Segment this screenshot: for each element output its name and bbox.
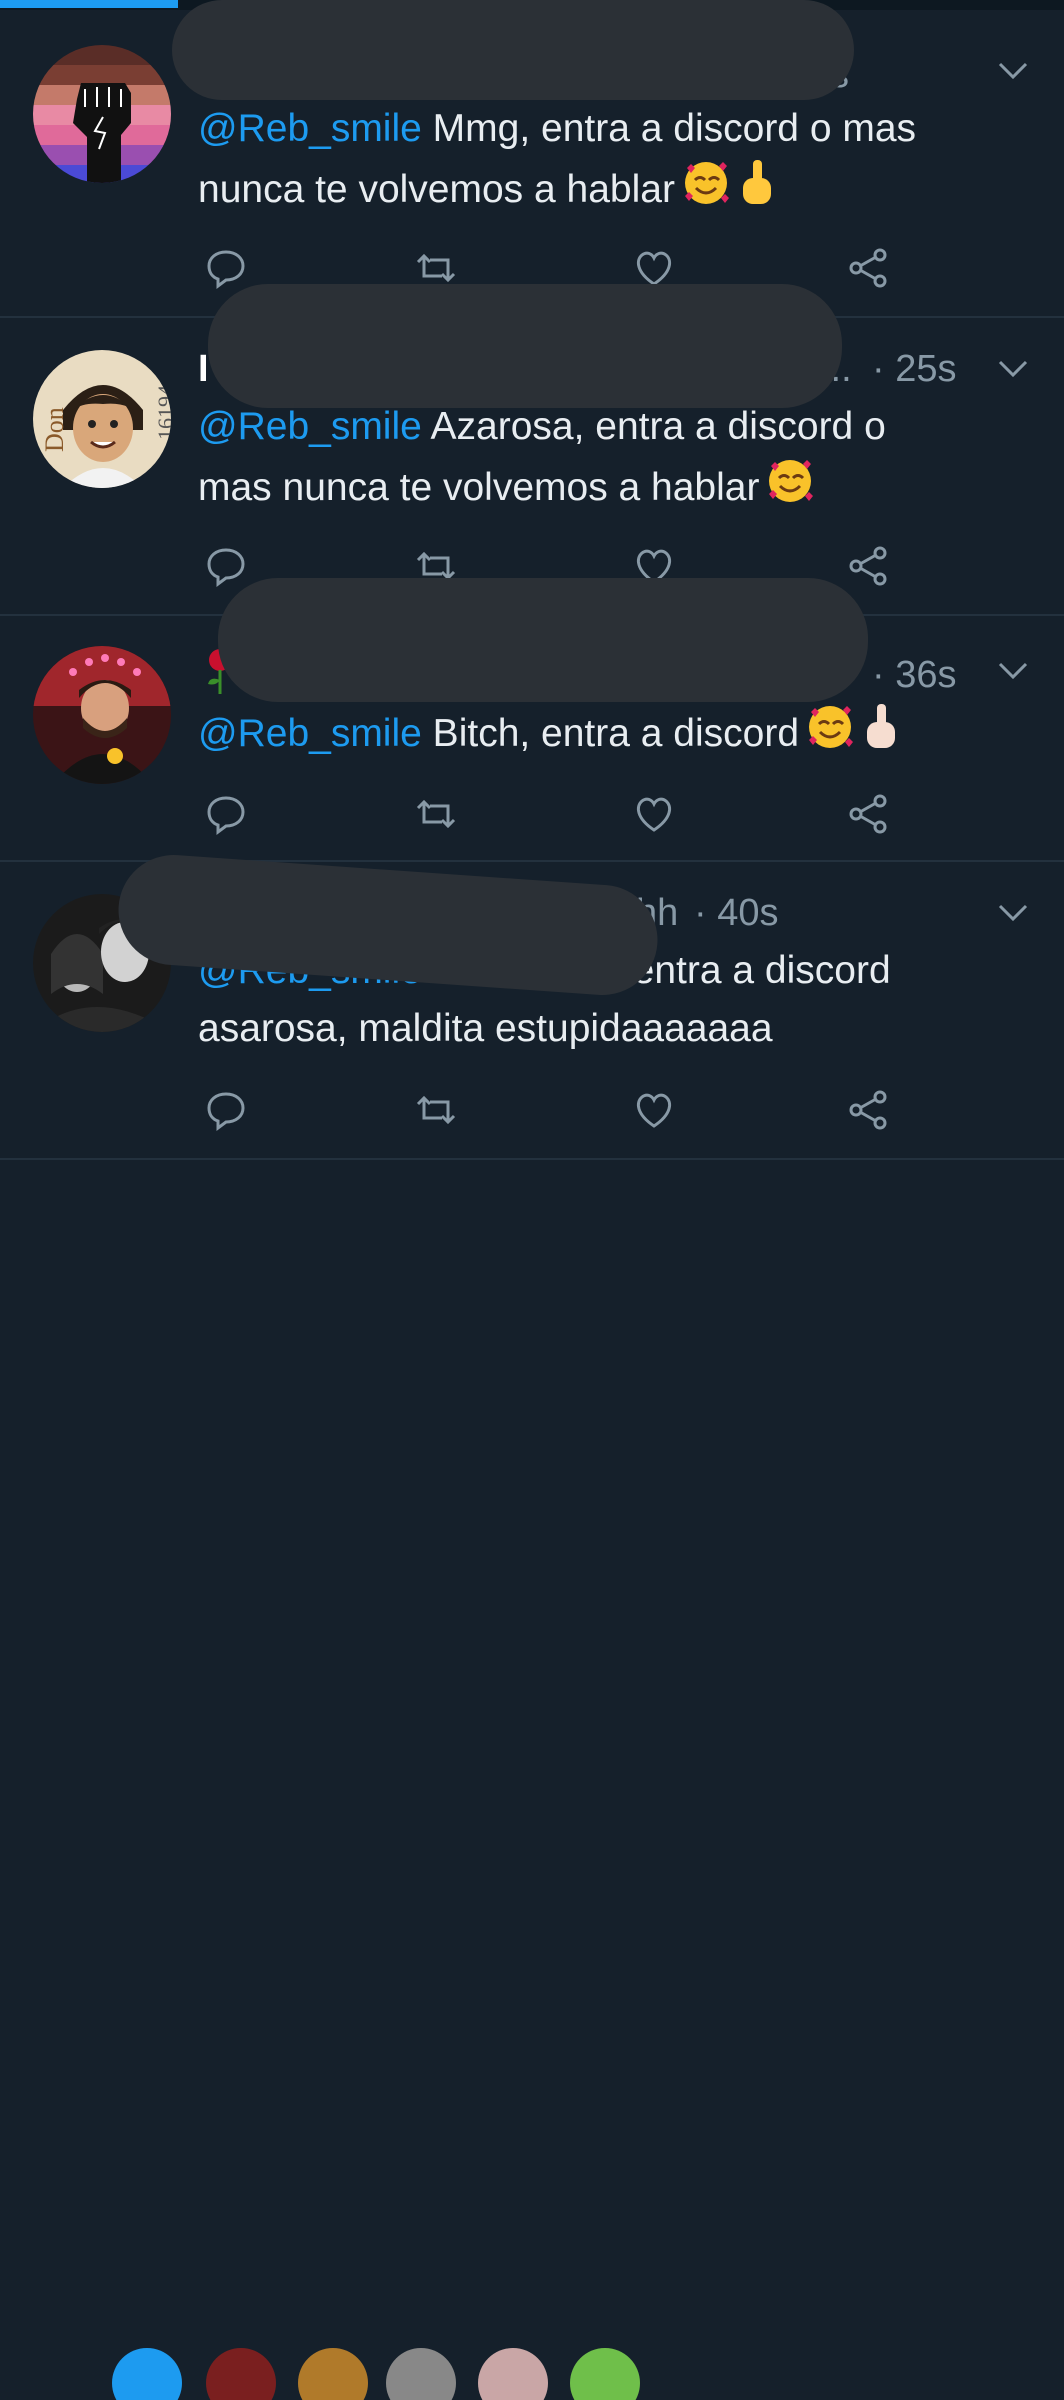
- retweet-icon[interactable]: [414, 1088, 458, 1132]
- avatar[interactable]: [570, 2348, 640, 2400]
- reply-mention-link[interactable]: @Reb_smile: [198, 107, 422, 150]
- redaction-overlay: [218, 578, 868, 702]
- chevron-down-icon[interactable]: [998, 660, 1028, 682]
- tweet-text: @Reb_smile Azarosa, entra a discord o ma…: [198, 398, 1018, 523]
- retweet-icon[interactable]: [414, 792, 458, 836]
- redaction-overlay: [172, 0, 854, 100]
- smiling-face-with-hearts-emoji: [805, 702, 855, 769]
- tweet-actions: [200, 246, 900, 289]
- middle-finger-emoji: [737, 158, 777, 225]
- tweet-actions: [200, 1088, 900, 1131]
- tweet-text-line: entra a discord: [621, 949, 891, 992]
- share-icon[interactable]: [846, 544, 890, 588]
- chevron-down-icon[interactable]: [998, 60, 1028, 82]
- tweet-text: @Reb_smile Mmg, entra a discord o mas nu…: [198, 100, 1018, 225]
- reply-icon[interactable]: [204, 544, 248, 588]
- svg-text:16194: 16194: [153, 385, 171, 440]
- middle-finger-emoji: [861, 702, 901, 769]
- reply-icon[interactable]: [204, 246, 248, 290]
- loading-progress-bar: [0, 0, 178, 8]
- like-icon[interactable]: [632, 792, 676, 836]
- avatar[interactable]: [206, 2348, 276, 2400]
- reply-icon[interactable]: [204, 1088, 248, 1132]
- avatar[interactable]: [386, 2348, 456, 2400]
- next-tweet-avatars: [0, 1160, 1064, 2400]
- avatar[interactable]: [33, 45, 171, 183]
- reply-mention-link[interactable]: @Reb_smile: [198, 712, 422, 755]
- tweet-text: @Reb_smile Bitch, entra a discord: [198, 702, 1018, 769]
- avatar[interactable]: [478, 2348, 548, 2400]
- smiling-face-with-hearts-emoji: [765, 456, 815, 523]
- tweet-text-line: mas nunca te volvemos a hablar: [198, 466, 760, 509]
- redaction-overlay: [208, 284, 842, 408]
- share-icon[interactable]: [846, 246, 890, 290]
- share-icon[interactable]: [846, 1088, 890, 1132]
- tweet-text-line: asarosa, maldita estupidaaaaaaa: [198, 1007, 773, 1050]
- tweet-text-line: nunca te volvemos a hablar: [198, 168, 675, 211]
- tweet-text-line: Azarosa, entra a discord o: [421, 405, 886, 448]
- avatar[interactable]: [298, 2348, 368, 2400]
- tweet-timestamp: · 25s: [872, 348, 957, 390]
- chevron-down-icon[interactable]: [998, 902, 1028, 924]
- tweet-timestamp: · 36s: [872, 654, 957, 696]
- avatar[interactable]: [112, 2348, 182, 2400]
- avatar[interactable]: Don 16194: [33, 350, 171, 488]
- svg-text:Don: Don: [40, 407, 69, 452]
- tweet-text-line: Mmg, entra a discord o mas: [421, 107, 917, 150]
- display-name-fragment[interactable]: I: [198, 348, 209, 391]
- avatar[interactable]: [33, 646, 171, 784]
- tweet-timestamp: · 40s: [694, 892, 779, 934]
- tweet-text-line: Bitch, entra a discord: [421, 712, 800, 755]
- like-icon[interactable]: [632, 1088, 676, 1132]
- chevron-down-icon[interactable]: [998, 358, 1028, 380]
- reply-mention-link[interactable]: @Reb_smile: [198, 405, 422, 448]
- reply-icon[interactable]: [204, 792, 248, 836]
- tweet-actions: [200, 792, 900, 835]
- smiling-face-with-hearts-emoji: [681, 158, 731, 225]
- share-icon[interactable]: [846, 792, 890, 836]
